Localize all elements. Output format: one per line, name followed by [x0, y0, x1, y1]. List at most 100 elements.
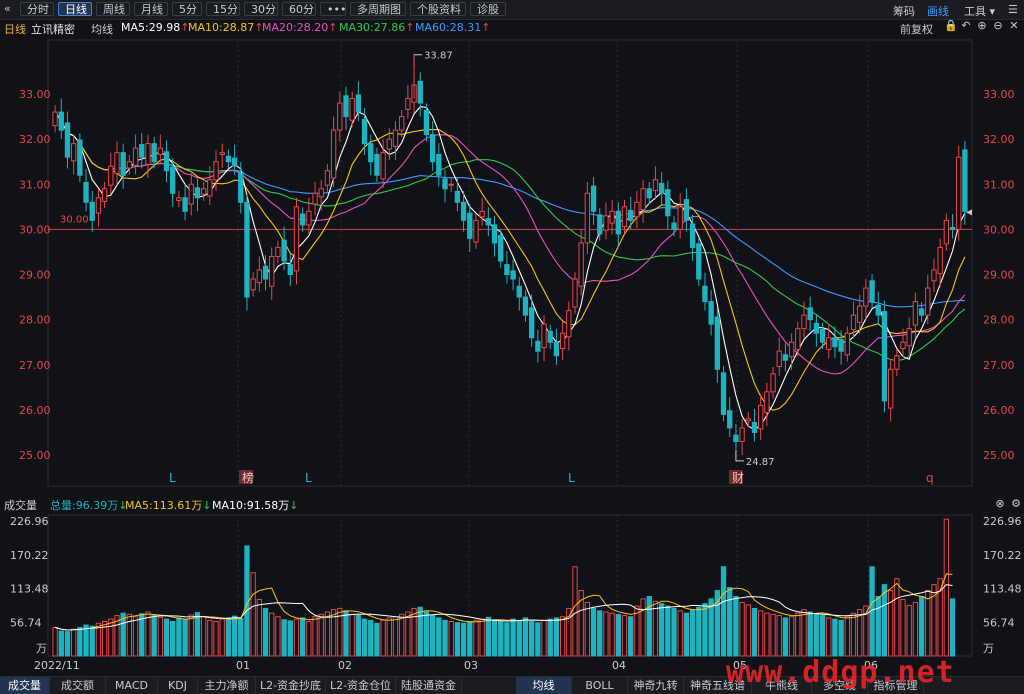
volume-bar [460, 622, 467, 657]
event-marker-3[interactable]: L [568, 471, 575, 485]
volume-bar [844, 616, 850, 657]
candle-body [417, 80, 423, 104]
candle-body [491, 224, 498, 244]
volume-bar [646, 596, 652, 657]
candle-body [584, 192, 591, 244]
candle-body [200, 188, 207, 195]
overlay-tab-1[interactable]: BOLL [572, 677, 628, 694]
volume-bar [498, 621, 504, 657]
candle-body [869, 280, 875, 303]
vol-unit-right: 万 [983, 642, 994, 655]
volume-bar [473, 619, 479, 657]
volume-bar [702, 603, 708, 657]
candle-body [739, 427, 745, 442]
candle-body [504, 264, 510, 276]
indicator-tab-6[interactable]: L2-资金仓位 [326, 677, 396, 694]
event-marker-1[interactable]: 榜 [242, 470, 254, 485]
candle-body [306, 210, 312, 226]
y-tick-right-0: 33.00 [983, 88, 1015, 101]
overlay-tab-2[interactable]: 神奇九转 [628, 677, 684, 694]
candle-body [399, 116, 405, 131]
candle-body [937, 246, 943, 275]
indicator-tab-5[interactable]: L2-资金抄底 [256, 677, 326, 694]
candle-body [875, 304, 881, 316]
candle-body [238, 172, 244, 203]
candle-body [392, 129, 399, 147]
volume-bar [776, 615, 782, 657]
volume-bar [312, 616, 318, 657]
x-label-3: 03 [464, 659, 478, 672]
candle-body [925, 287, 931, 316]
candle-body [361, 118, 368, 145]
candle-body [801, 314, 807, 330]
indicator-tab-1[interactable]: 成交额 [50, 677, 106, 694]
indicator-tab-4[interactable]: 主力净额 [198, 677, 256, 694]
y-tick-left-8: 25.00 [19, 449, 51, 462]
candle-body [318, 188, 324, 198]
event-marker-4[interactable]: 财 [732, 471, 744, 485]
settings-icon[interactable]: ⚙ [1010, 498, 1022, 510]
candle-body [733, 434, 739, 442]
candle-body [479, 210, 485, 218]
volume-bar [293, 618, 300, 657]
candle-body [597, 214, 603, 235]
event-marker-2[interactable]: L [305, 471, 312, 485]
volume-bar [380, 619, 386, 657]
close-volume-icon[interactable]: ⊗ [994, 498, 1006, 510]
kline-chart[interactable]: 33.00 33.00 32.00 32.00 31.00 31.00 30.00 30.00… [0, 0, 1024, 693]
candle-body [101, 188, 108, 202]
candle-body [962, 149, 968, 212]
volume-bar [912, 601, 919, 657]
volume-bar [207, 619, 213, 657]
volume-bar [429, 615, 436, 657]
volume-bar [640, 598, 646, 657]
candle-body [931, 269, 937, 282]
volume-bar [238, 618, 244, 657]
candle-body [603, 215, 609, 231]
candle-body [646, 188, 652, 199]
candle-body [652, 179, 659, 192]
watermark: www.ddgp.net [726, 655, 955, 690]
indicator-tab-0[interactable]: 成交量 [0, 677, 50, 694]
volume-bar [374, 622, 380, 657]
volume-bar [392, 616, 399, 657]
candle-body [368, 143, 374, 163]
indicator-tab-7[interactable]: 陆股通资金 [396, 677, 462, 694]
candle-body [708, 301, 714, 325]
candle-body [857, 305, 863, 323]
candle-body [188, 183, 194, 205]
candle-body [157, 147, 163, 155]
volume-bar [720, 566, 727, 657]
event-marker-0[interactable]: L [169, 471, 176, 485]
candle-body [900, 341, 906, 350]
volume-bar [77, 626, 83, 657]
candle-body [615, 210, 621, 235]
volume-bar [875, 596, 881, 657]
event-marker-5[interactable]: q [926, 471, 934, 485]
candle-body [918, 308, 925, 316]
indicator-tab-3[interactable]: KDJ [158, 677, 198, 694]
volume-bar [764, 612, 770, 657]
indicator-tab-2[interactable]: MACD [106, 677, 158, 694]
vol-tick-right-1: 170.22 [983, 549, 1022, 562]
volume-bar [83, 624, 89, 657]
volume-bar [689, 609, 696, 657]
y-tick-right-6: 27.00 [983, 359, 1015, 372]
ma10-line [54, 111, 966, 411]
volume-bar [906, 604, 912, 657]
candle-body [454, 190, 461, 203]
candle-body [819, 329, 826, 343]
overlay-tab-0[interactable]: 均线 [516, 677, 572, 694]
volume-bar [188, 614, 194, 657]
candle-body [850, 314, 857, 331]
volume-bar [176, 617, 182, 657]
volume-bar [584, 601, 591, 657]
y-tick-left-4: 29.00 [19, 269, 51, 282]
volume-bar [733, 596, 739, 657]
candle-body [689, 223, 696, 248]
candle-body [256, 269, 263, 284]
volume-bar [597, 610, 603, 657]
volume-bar [826, 617, 832, 657]
candle-body [460, 201, 467, 221]
y-tick-left-1: 32.00 [19, 133, 51, 146]
